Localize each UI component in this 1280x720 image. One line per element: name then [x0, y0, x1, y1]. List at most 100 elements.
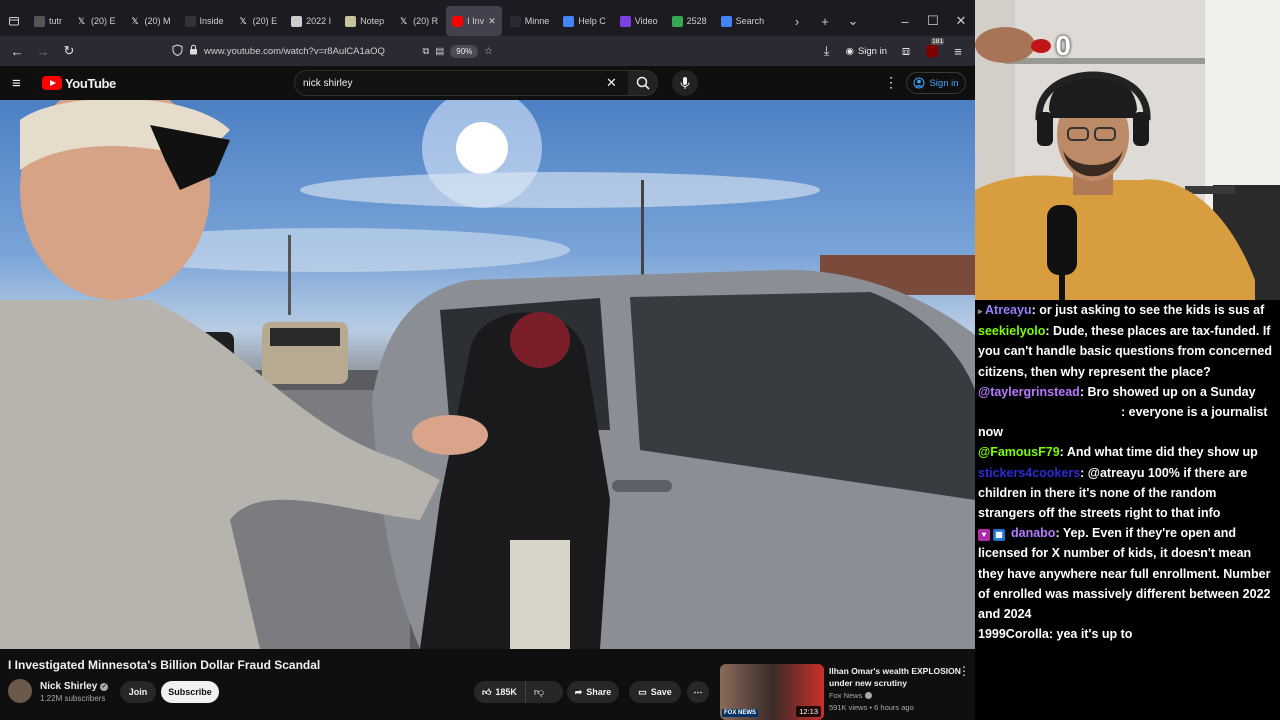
channel-name[interactable]: Nick Shirley	[40, 681, 97, 692]
maximize-window-icon[interactable]: ☐	[919, 7, 947, 35]
channel-name-row[interactable]: Nick Shirley ✓	[40, 681, 109, 692]
browser-tab[interactable]: Notep	[339, 6, 390, 36]
search-input[interactable]: nick shirley	[294, 70, 630, 96]
url-text[interactable]: www.youtube.com/watch?v=r8AulCA1aOQ	[204, 46, 385, 57]
save-button[interactable]: ▭ Save	[629, 681, 681, 703]
chat-message-list: ▸ Atreayu: or just asking to see the kid…	[975, 300, 1280, 644]
youtube-logo[interactable]: YouTube	[42, 76, 116, 91]
reply-arrow-icon: ▸	[978, 306, 986, 316]
reload-icon[interactable]: ↻	[56, 38, 82, 64]
share-arrow-icon: ➦	[574, 686, 583, 697]
back-icon[interactable]: ←	[4, 38, 30, 64]
tab-overflow-chevron-icon[interactable]: ⌄	[839, 7, 867, 35]
extensions-icon[interactable]: ⧈	[893, 38, 919, 64]
close-window-icon[interactable]: ✕	[947, 7, 975, 35]
recommended-thumbnail[interactable]: FOX NEWS 12:13	[720, 664, 824, 720]
mail-icon	[563, 15, 575, 27]
more-actions-button[interactable]: ⋯	[687, 681, 709, 703]
close-tab-icon[interactable]: ✕	[488, 16, 496, 27]
blank-icon	[509, 15, 521, 27]
chat-message: : everyone is a journalist now	[975, 402, 1280, 442]
tab-group-icon	[34, 15, 45, 27]
downloads-icon[interactable]: ⤓	[814, 38, 840, 64]
verified-check-icon: ✓	[100, 682, 109, 691]
chat-message: seekielyolo: Dude, these places are tax-…	[975, 321, 1280, 382]
minimize-window-icon[interactable]: –	[891, 7, 919, 35]
chat-message: ♥ ▦ danabo: Yep. Even if they're open and …	[975, 523, 1280, 624]
hamburger-menu-icon[interactable]: ≡	[12, 75, 30, 92]
recommended-title[interactable]: Ilhan Omar's wealth EXPLOSION under new …	[829, 665, 961, 689]
app-menu-icon[interactable]: ≡	[945, 38, 971, 64]
video-icon	[619, 15, 631, 27]
settings-kebab-icon[interactable]: ⋮	[884, 74, 898, 91]
search-query[interactable]: nick shirley	[303, 78, 352, 89]
chat-username[interactable]: danabo	[1011, 526, 1055, 540]
chat-username[interactable]: seekielyolo	[978, 324, 1045, 338]
search-button[interactable]	[628, 70, 658, 96]
subscribe-button[interactable]: Subscribe	[161, 681, 219, 703]
recommended-title-line1: Ilhan Omar's wealth EXPLOSION	[829, 666, 961, 676]
browser-tab[interactable]: Video	[614, 6, 664, 36]
chat-username[interactable]: stickers4cookers	[978, 466, 1080, 480]
video-title: I Investigated Minnesota's Billion Dolla…	[8, 658, 321, 672]
youtube-signin-button[interactable]: Sign in	[906, 72, 966, 94]
streamer-webcam: 0	[975, 0, 1280, 300]
browser-tab[interactable]: I Inv ✕	[446, 6, 502, 36]
like-button[interactable]: 👍︎ 185K	[474, 681, 526, 703]
chat-text: : Yep. Even if they're open and licensed…	[978, 526, 1271, 622]
browser-tab-label: 2528	[686, 16, 707, 26]
fox-news-logo: FOX NEWS	[722, 709, 759, 717]
chat-text: : or just asking to see the kids is sus …	[1031, 303, 1265, 317]
browser-tab[interactable]: 𝕏 (20) R	[392, 6, 444, 36]
channel-avatar[interactable]	[8, 679, 32, 703]
video-player[interactable]	[0, 100, 975, 649]
user-circle-icon	[913, 77, 925, 89]
firefox-signin-button[interactable]: ◉ Sign in	[846, 46, 887, 57]
picture-in-picture-icon[interactable]: ⧉	[423, 46, 430, 57]
recommended-channel-row: Fox News	[829, 691, 873, 700]
youtube-play-icon	[42, 76, 62, 90]
lock-icon[interactable]	[189, 44, 198, 58]
ublock-icon[interactable]: 181	[919, 38, 945, 64]
chat-username[interactable]: @FamousF79	[978, 445, 1060, 459]
recommended-title-line2: under new scrutiny	[829, 678, 907, 688]
forward-icon[interactable]: →	[30, 38, 56, 64]
join-button[interactable]: Join	[120, 681, 156, 703]
browser-tab[interactable]: 2022 I	[285, 6, 337, 36]
reader-view-icon[interactable]: ▤	[435, 46, 444, 57]
browser-tab[interactable]: 𝕏 (20) E	[70, 6, 122, 36]
chat-text: : everyone is a journalist now	[978, 405, 1268, 440]
browser-tab[interactable]: Inside	[179, 6, 230, 36]
browser-tab-label: (20) R	[413, 16, 439, 26]
browser-tab[interactable]: 𝕏 (20) E	[232, 6, 284, 36]
chat-username[interactable]: 1999Corolla	[978, 627, 1049, 641]
browser-tab[interactable]: Minne	[504, 6, 556, 36]
browser-tab[interactable]: Help C	[557, 6, 612, 36]
bookmark-star-icon[interactable]: ☆	[484, 46, 493, 57]
chat-message: stickers4cookers: @atreayu 100% if there…	[975, 463, 1280, 524]
browser-tab[interactable]: Search	[715, 6, 771, 36]
maps-icon	[671, 15, 683, 27]
browser-tab[interactable]: 𝕏 (20) M	[124, 6, 177, 36]
recommended-kebab-icon[interactable]: ⋮	[958, 664, 970, 678]
address-bar[interactable]: www.youtube.com/watch?v=r8AulCA1aOQ ⧉ ▤ …	[172, 39, 493, 63]
browser-tab[interactable]: 2528	[666, 6, 713, 36]
zoom-level[interactable]: 90%	[450, 44, 479, 58]
chat-text: : And what time did they show up	[1059, 445, 1258, 460]
share-label: Share	[586, 687, 612, 697]
chat-message: ▸ Atreayu: or just asking to see the kid…	[975, 300, 1280, 321]
tracking-shield-icon[interactable]	[172, 43, 183, 59]
chat-username[interactable]: Atreayu	[985, 303, 1032, 317]
dislike-button[interactable]: 👎︎	[526, 686, 552, 698]
stream-chat: ▸ Atreayu: or just asking to see the kid…	[975, 300, 1280, 720]
chat-username[interactable]: @taylergrinstead	[978, 385, 1080, 399]
browser-tab[interactable]: tutr	[28, 6, 68, 36]
youtube-signin-label: Sign in	[929, 77, 959, 89]
share-button[interactable]: ➦ Share	[567, 681, 619, 703]
tab-list-icon[interactable]	[0, 7, 28, 35]
new-tab-icon[interactable]: +	[811, 7, 839, 35]
clear-search-icon[interactable]: ✕	[606, 75, 617, 91]
browser-tab-label: (20) E	[252, 16, 278, 26]
scroll-tabs-right-icon[interactable]: ›	[783, 7, 811, 35]
voice-search-button[interactable]	[672, 70, 698, 96]
